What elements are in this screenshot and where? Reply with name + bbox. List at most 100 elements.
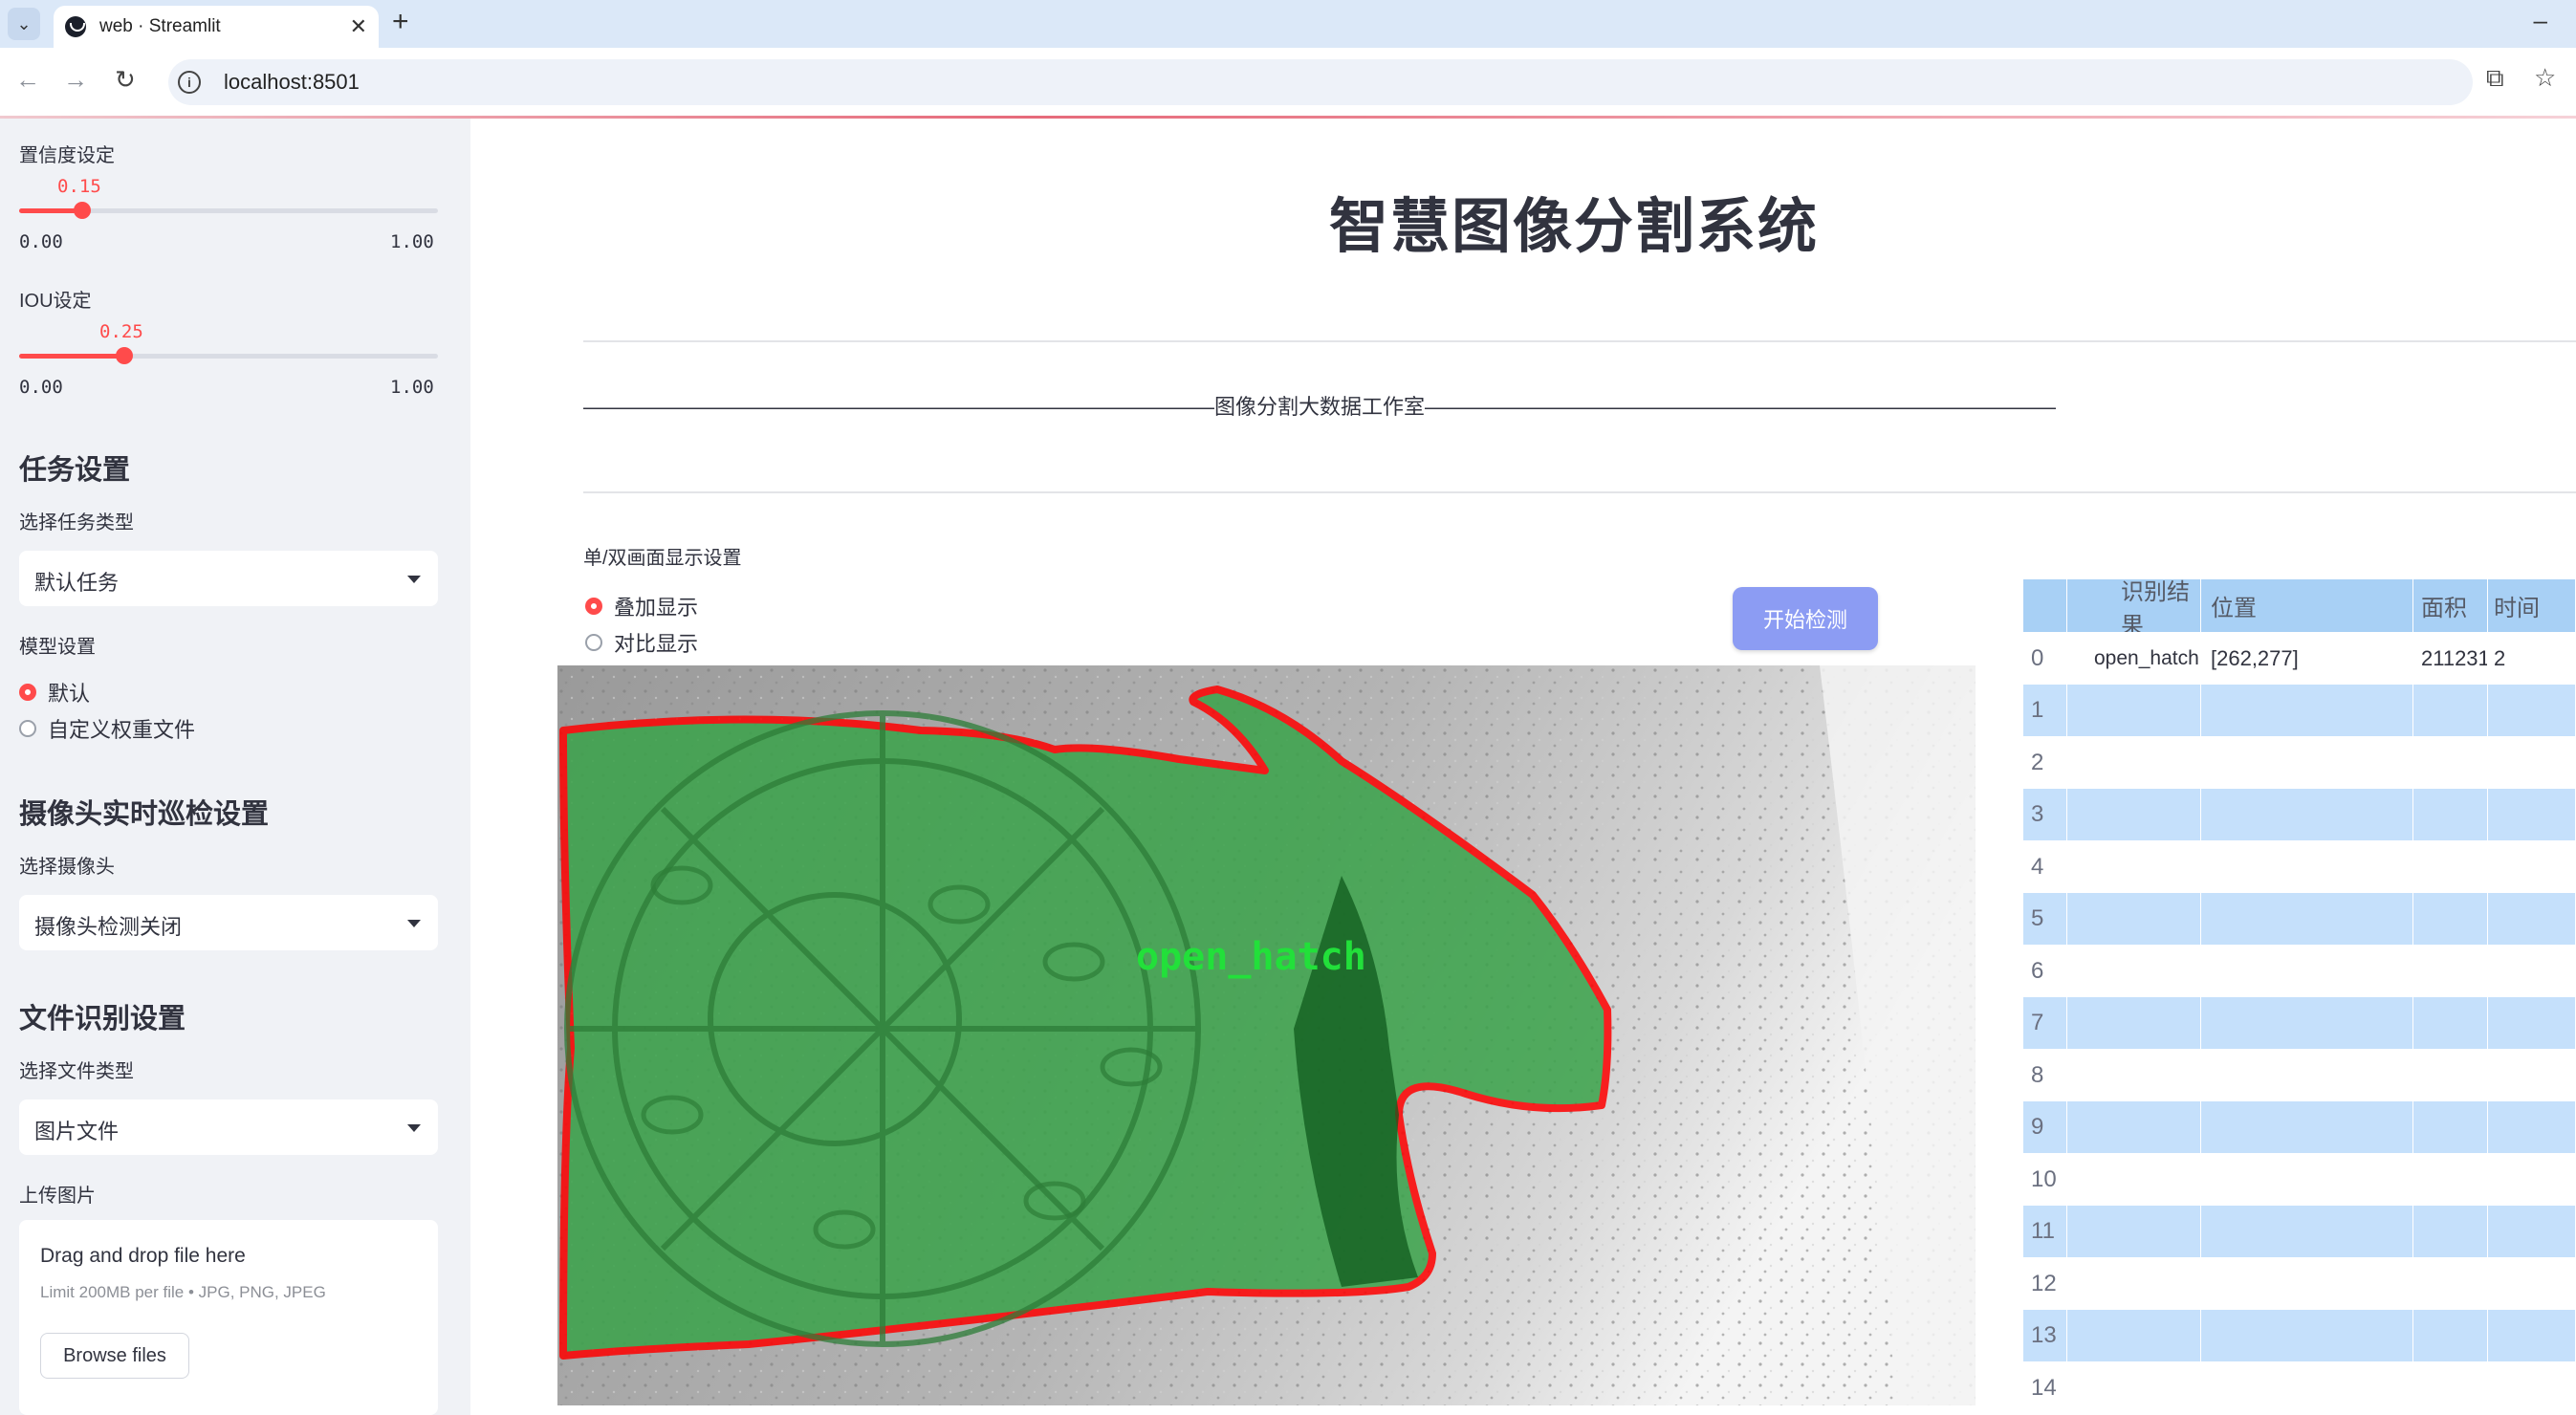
row-area: [2413, 996, 2488, 1050]
row-index: 2: [2023, 736, 2067, 789]
row-position: [2201, 1153, 2413, 1206]
model-option-custom[interactable]: 自定义权重文件: [19, 713, 195, 744]
camera-select[interactable]: 摄像头检测关闭: [19, 895, 438, 950]
row-time: [2488, 945, 2576, 997]
tab-title: web · Streamlit: [99, 16, 221, 36]
header-area[interactable]: 面积: [2413, 579, 2488, 632]
table-row[interactable]: 5: [2023, 892, 2576, 946]
row-time: [2488, 1309, 2576, 1362]
row-time: [2488, 1153, 2576, 1206]
radio-unselected-icon: [585, 634, 602, 651]
table-row[interactable]: 12: [2023, 1257, 2576, 1310]
display-option-overlay[interactable]: 叠加显示: [585, 591, 698, 621]
model-option-default[interactable]: 默认: [19, 677, 90, 708]
row-index: 11: [2023, 1205, 2067, 1258]
file-settings-heading: 文件识别设置: [19, 1004, 186, 1034]
row-index: 3: [2023, 788, 2067, 841]
row-time: [2488, 840, 2576, 893]
row-position: [2201, 1361, 2413, 1414]
url-text: localhost:8501: [224, 70, 360, 94]
row-area: [2413, 840, 2488, 893]
row-area: [2413, 1257, 2488, 1310]
tab-list-dropdown-icon[interactable]: ⌄: [8, 8, 40, 40]
row-result: [2067, 840, 2201, 893]
table-row[interactable]: 1: [2023, 684, 2576, 737]
table-row[interactable]: 6: [2023, 945, 2576, 997]
confidence-slider-thumb[interactable]: [74, 202, 91, 219]
row-position: [2201, 1257, 2413, 1310]
results-table[interactable]: 识别结果 位置 面积 时间 0 open_hatch [262,277] 211231…: [2023, 579, 2576, 1415]
table-row[interactable]: 3: [2023, 788, 2576, 841]
row-position: [2201, 736, 2413, 789]
row-position: [2201, 892, 2413, 946]
address-bar: ← → ↻ i localhost:8501 ⧉ ☆: [0, 48, 2576, 118]
translate-icon[interactable]: ⧉: [2486, 63, 2504, 94]
chevron-down-icon: [407, 576, 421, 583]
row-area: [2413, 1153, 2488, 1206]
table-row[interactable]: 13: [2023, 1309, 2576, 1362]
file-type-label: 选择文件类型: [19, 1061, 134, 1082]
row-position: [262,277]: [2201, 632, 2413, 685]
row-index: 14: [2023, 1361, 2067, 1414]
site-info-icon[interactable]: i: [178, 71, 201, 94]
url-omnibox[interactable]: i localhost:8501: [168, 59, 2473, 105]
row-result: [2067, 1257, 2201, 1310]
file-type-select[interactable]: 图片文件: [19, 1099, 438, 1155]
row-result: [2067, 1309, 2201, 1362]
table-row[interactable]: 11: [2023, 1205, 2576, 1258]
confidence-slider[interactable]: [19, 202, 438, 219]
dropzone-instructions: Drag and drop file here: [40, 1245, 246, 1267]
row-time: [2488, 736, 2576, 789]
table-row[interactable]: 4: [2023, 840, 2576, 893]
divider-top: [583, 340, 2576, 342]
row-result: [2067, 996, 2201, 1050]
row-result: open_hatch: [2067, 632, 2201, 685]
table-row[interactable]: 2: [2023, 736, 2576, 789]
row-position: [2201, 840, 2413, 893]
back-arrow-icon[interactable]: ←: [15, 65, 40, 95]
row-index: 13: [2023, 1309, 2067, 1362]
display-option-compare[interactable]: 对比显示: [585, 627, 698, 658]
bookmark-star-icon[interactable]: ☆: [2534, 63, 2556, 93]
header-time[interactable]: 时间: [2488, 579, 2576, 632]
table-row[interactable]: 14: [2023, 1361, 2576, 1414]
row-position: [2201, 684, 2413, 737]
table-row[interactable]: 0open_hatch[262,277]2112310.02: [2023, 632, 2576, 685]
start-detection-button[interactable]: 开始检测: [1733, 587, 1878, 650]
table-row[interactable]: 10: [2023, 1153, 2576, 1206]
header-index: [2023, 579, 2067, 632]
header-result[interactable]: 识别结果: [2067, 579, 2201, 639]
row-result: [2067, 1361, 2201, 1414]
row-index: 1: [2023, 684, 2067, 737]
iou-slider-thumb[interactable]: [116, 347, 133, 364]
file-dropzone[interactable]: Drag and drop file here Limit 200MB per …: [19, 1220, 438, 1415]
model-settings-label: 模型设置: [19, 637, 96, 658]
reload-icon[interactable]: ↻: [115, 65, 136, 95]
row-position: [2201, 1049, 2413, 1101]
row-index: 10: [2023, 1153, 2067, 1206]
browse-files-button[interactable]: Browse files: [40, 1333, 189, 1379]
window-minimize-icon[interactable]: –: [2534, 6, 2547, 35]
radio-selected-icon: [585, 598, 602, 615]
iou-slider[interactable]: [19, 347, 438, 364]
row-area: [2413, 736, 2488, 789]
table-row[interactable]: 8: [2023, 1049, 2576, 1101]
table-row[interactable]: 9: [2023, 1100, 2576, 1154]
row-index: 0: [2023, 632, 2067, 685]
row-time: [2488, 1049, 2576, 1101]
task-type-value: 默认任务: [34, 571, 120, 595]
forward-arrow-icon[interactable]: →: [63, 65, 88, 95]
radio-selected-icon: [19, 684, 36, 701]
header-position[interactable]: 位置: [2201, 579, 2413, 632]
browser-tab[interactable]: web · Streamlit ✕: [54, 6, 379, 48]
camera-select-label: 选择摄像头: [19, 857, 115, 878]
row-area: [2413, 1361, 2488, 1414]
row-result: [2067, 736, 2201, 789]
row-time: [2488, 1100, 2576, 1154]
table-row[interactable]: 7: [2023, 996, 2576, 1050]
camera-select-value: 摄像头检测关闭: [34, 915, 183, 939]
row-area: [2413, 945, 2488, 997]
new-tab-icon[interactable]: +: [392, 6, 409, 38]
close-tab-icon[interactable]: ✕: [350, 14, 367, 39]
task-type-select[interactable]: 默认任务: [19, 551, 438, 606]
